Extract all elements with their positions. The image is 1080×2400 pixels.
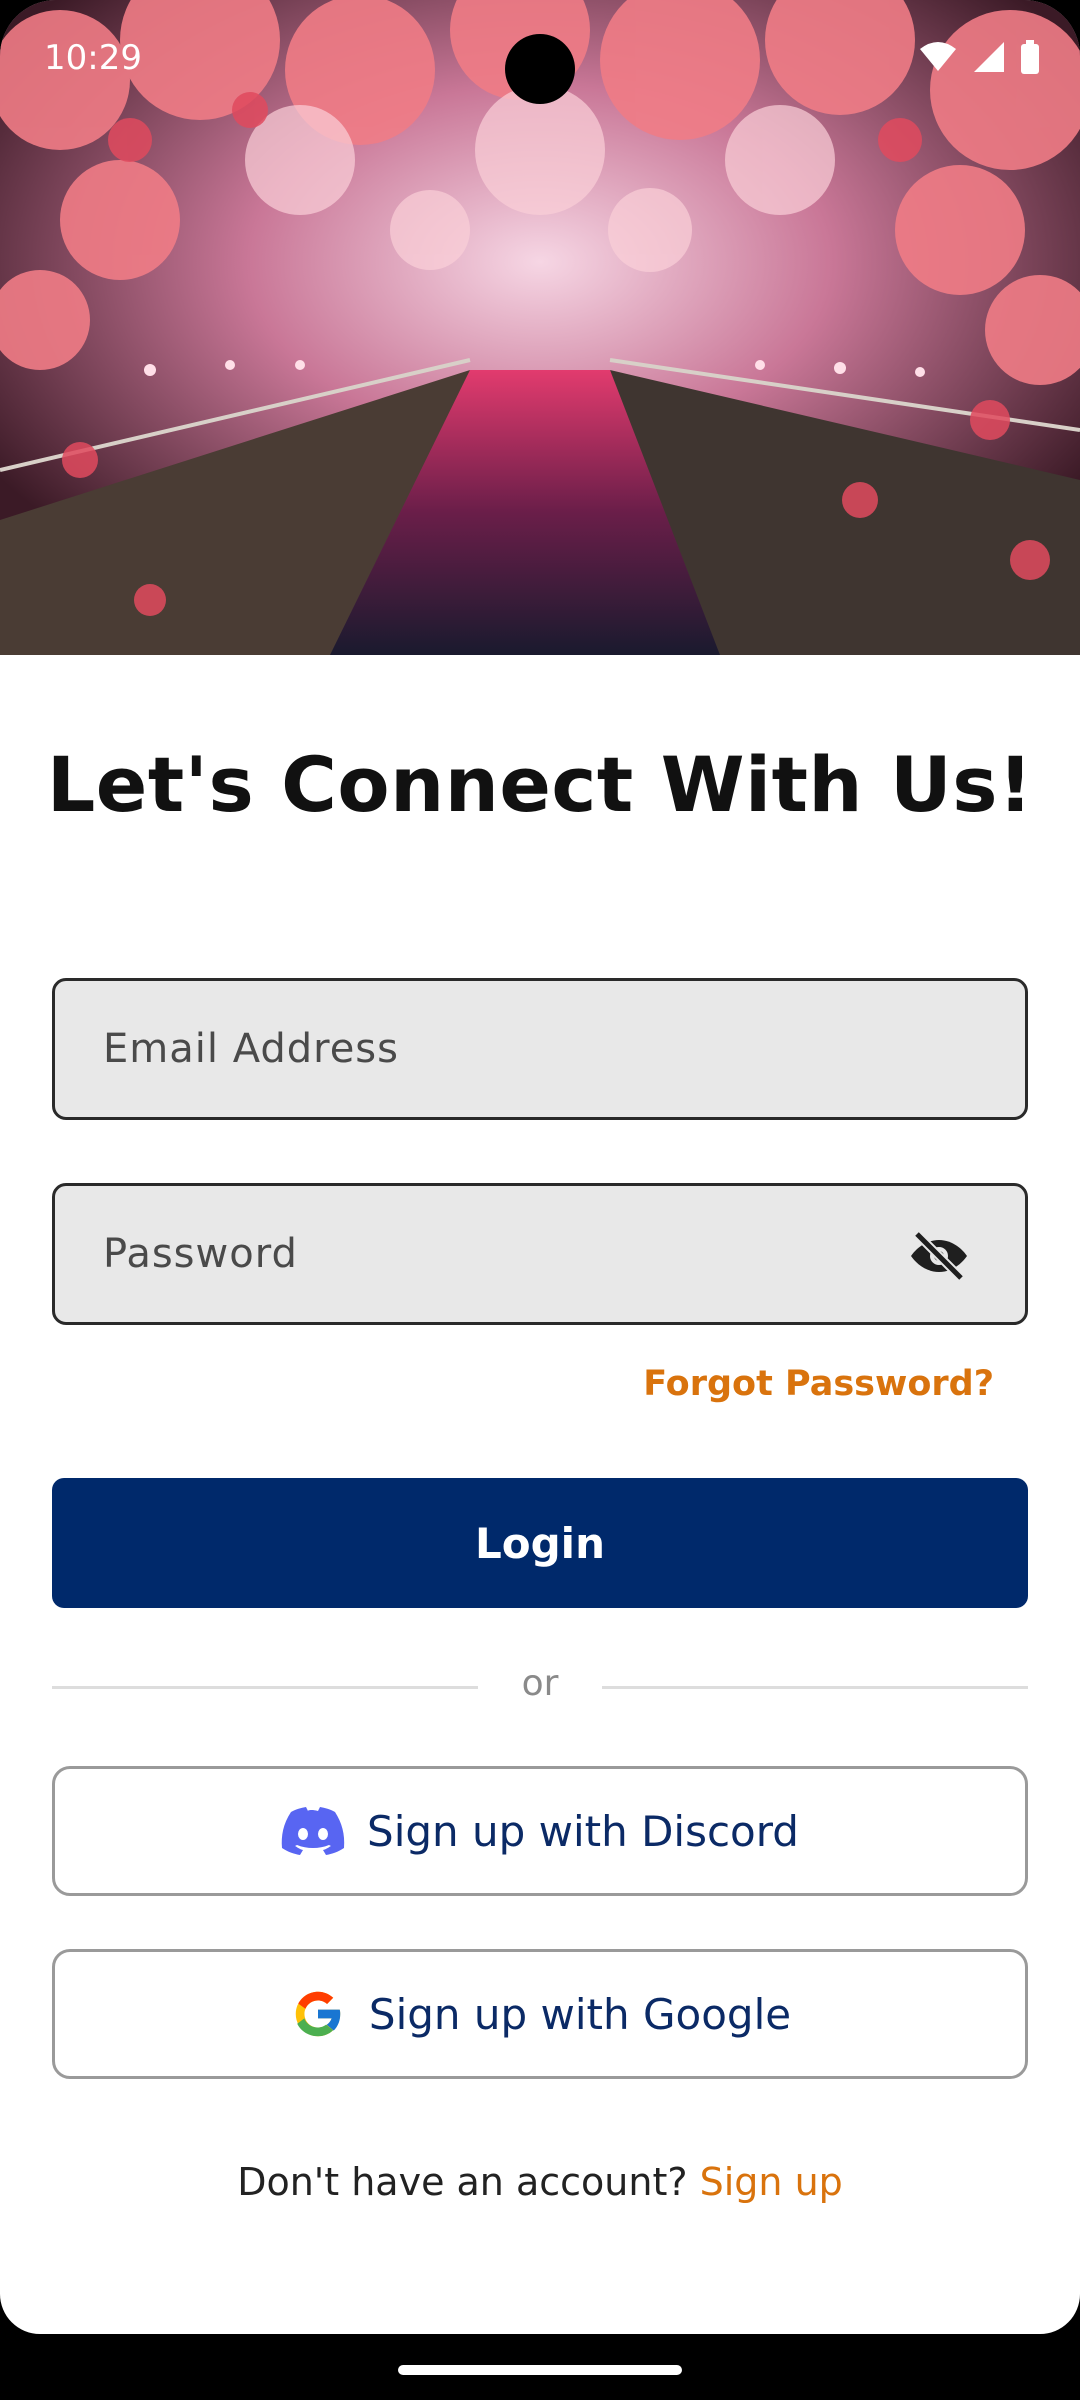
- email-field[interactable]: [52, 978, 1028, 1120]
- battery-icon: [1021, 40, 1039, 74]
- divider-or-text: or: [521, 1663, 559, 1704]
- login-screen: 10:29 Let's Connect With Us! Email Addre…: [0, 0, 1080, 2334]
- login-button[interactable]: Login: [52, 1478, 1028, 1608]
- password-input[interactable]: [103, 1186, 903, 1322]
- status-bar: 10:29: [0, 0, 1080, 120]
- home-indicator[interactable]: [398, 2365, 682, 2375]
- camera-cutout: [505, 34, 575, 104]
- signup-prompt-row: Don't have an account? Sign up: [0, 2160, 1080, 2204]
- eye-off-icon: [911, 1230, 967, 1282]
- discord-signup-button[interactable]: Sign up with Discord: [52, 1766, 1028, 1896]
- cellular-signal-icon: [974, 42, 1004, 72]
- wifi-icon: [920, 42, 956, 71]
- google-button-label: Sign up with Google: [368, 1989, 792, 2039]
- forgot-password-link[interactable]: Forgot Password?: [643, 1364, 994, 1404]
- google-icon: [295, 1991, 342, 2037]
- visibility-toggle-button[interactable]: [909, 1230, 969, 1282]
- password-field[interactable]: [52, 1183, 1028, 1325]
- signup-prompt-text: Don't have an account?: [237, 2160, 688, 2204]
- divider-line-left: [52, 1686, 478, 1689]
- status-time: 10:29: [44, 38, 142, 78]
- divider-line-right: [602, 1686, 1028, 1689]
- status-icons: [918, 40, 1040, 74]
- discord-button-label: Sign up with Discord: [367, 1806, 799, 1856]
- signup-link[interactable]: Sign up: [700, 2160, 843, 2204]
- discord-icon: [281, 1807, 345, 1855]
- email-input[interactable]: [103, 981, 903, 1117]
- page-title: Let's Connect With Us!: [46, 740, 1034, 829]
- google-signup-button[interactable]: Sign up with Google: [52, 1949, 1028, 2079]
